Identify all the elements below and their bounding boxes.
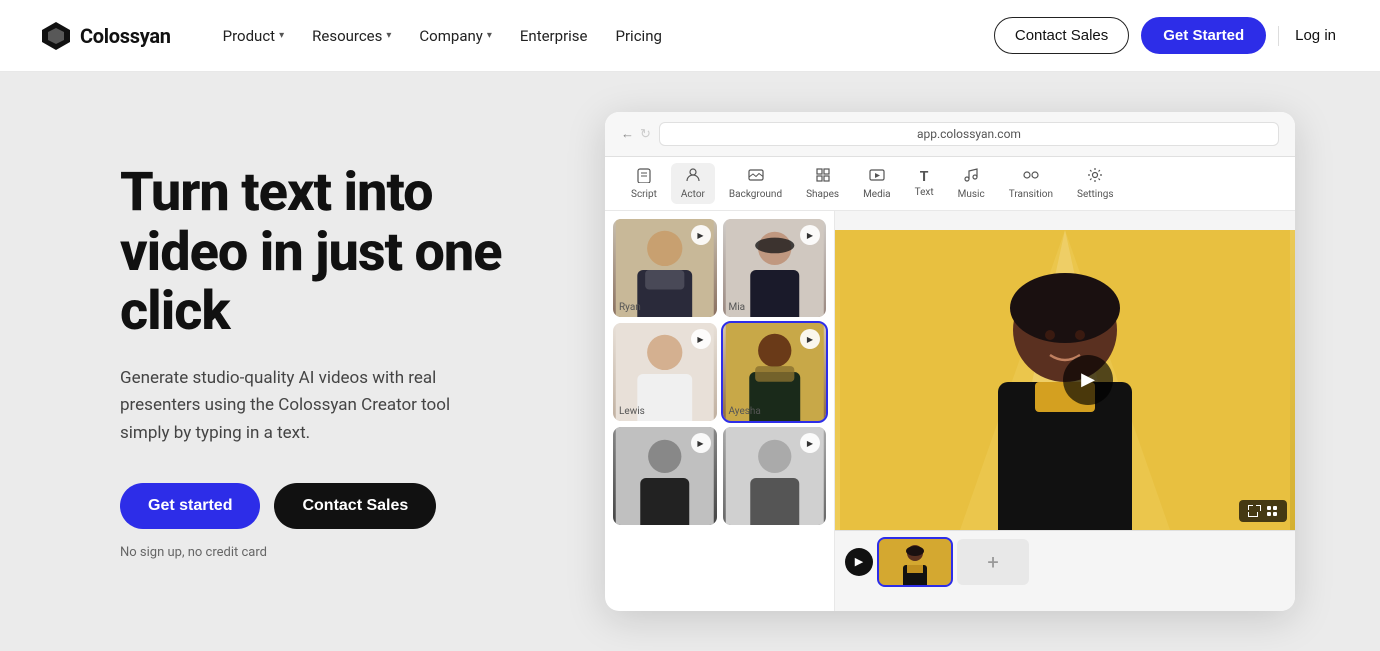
actor-play-mia[interactable]: ▶ [800,225,820,245]
toolbar-shapes[interactable]: Shapes [796,163,849,204]
toolbar-actor[interactable]: Actor [671,163,715,204]
nav-links: Product ▾ Resources ▾ Company ▾ Enterpri… [211,19,994,53]
actor-play-6[interactable]: ▶ [800,433,820,453]
actor-play-ryan[interactable]: ▶ [691,225,711,245]
settings-icon [1087,167,1103,187]
background-icon [748,167,764,187]
toolbar-transition[interactable]: Transition [999,163,1063,204]
toolbar-script[interactable]: Script [621,163,667,204]
nav-actions: Contact Sales Get Started Log in [994,17,1340,54]
actor-card-6[interactable]: ▶ [723,427,827,525]
actor-name-lewis: Lewis [619,406,645,417]
hero-title: Turn text into video in just one click [120,163,560,341]
hero-subtitle: Generate studio-quality AI videos with r… [120,365,500,447]
fullscreen-button[interactable] [1239,500,1287,522]
toolbar-music[interactable]: Music [948,163,995,204]
shapes-icon [815,167,831,187]
nav-item-pricing[interactable]: Pricing [604,19,674,53]
toolbar-shapes-label: Shapes [806,189,839,200]
hero-text: Turn text into video in just one click G… [120,163,600,560]
chevron-down-icon: ▾ [386,30,391,41]
browser-url-bar[interactable]: app.colossyan.com [659,122,1279,146]
toolbar-background[interactable]: Background [719,163,792,204]
navbar: Colossyan Product ▾ Resources ▾ Company … [0,0,1380,72]
get-started-hero-button[interactable]: Get started [120,483,260,529]
contact-sales-hero-button[interactable]: Contact Sales [274,483,436,529]
timeline-thumb-1[interactable] [879,539,951,585]
actor-name-mia: Mia [729,302,746,313]
actor-icon [685,167,701,187]
actor-card-ryan[interactable]: ▶ Ryan [613,219,717,317]
actor-name-ayesha: Ayesha [729,406,761,417]
timeline-add-button[interactable]: + [957,539,1029,585]
video-background: ▶ [835,230,1295,530]
back-icon[interactable]: ← [621,126,634,142]
login-button[interactable]: Log in [1291,19,1340,52]
get-started-nav-button[interactable]: Get Started [1141,17,1266,54]
logo-icon [40,20,72,52]
toolbar-transition-label: Transition [1009,189,1053,200]
contact-sales-button[interactable]: Contact Sales [994,17,1129,54]
timeline-strip: ▶ + [835,530,1295,593]
app-content: ▶ Ryan ▶ Mia [605,211,1295,611]
toolbar-text-label: Text [915,187,934,198]
actor-card-lewis[interactable]: ▶ Lewis [613,323,717,421]
music-icon [963,167,979,187]
toolbar-settings-label: Settings [1077,189,1114,200]
chevron-down-icon: ▾ [487,30,492,41]
nav-item-enterprise[interactable]: Enterprise [508,19,600,53]
video-play-button[interactable]: ▶ [1063,355,1113,405]
toolbar-media-label: Media [863,189,891,200]
video-main-area: ▶ [835,230,1295,530]
browser-bar: ← ↻ app.colossyan.com [605,112,1295,157]
actor-card-mia[interactable]: ▶ Mia [723,219,827,317]
toolbar-script-label: Script [631,189,657,200]
actor-play-5[interactable]: ▶ [691,433,711,453]
toolbar-background-label: Background [729,189,782,200]
browser-nav-buttons: ← ↻ [621,126,651,142]
actor-card-5[interactable]: ▶ [613,427,717,525]
nav-item-company[interactable]: Company ▾ [407,19,503,53]
chevron-down-icon: ▾ [279,30,284,41]
toolbar-media[interactable]: Media [853,163,901,204]
hero-buttons: Get started Contact Sales [120,483,560,529]
nav-item-resources[interactable]: Resources ▾ [300,19,403,53]
toolbar-settings[interactable]: Settings [1067,163,1124,204]
hero-demo: ← ↻ app.colossyan.com Script Actor [600,112,1300,611]
nav-item-product[interactable]: Product ▾ [211,19,296,53]
nav-divider [1278,26,1279,46]
video-preview: ▶ ▶ [835,211,1295,611]
forward-icon[interactable]: ↻ [640,127,651,142]
timeline-play-button[interactable]: ▶ [845,548,873,576]
toolbar-actor-label: Actor [681,189,705,200]
actor-name-ryan: Ryan [619,302,641,313]
text-icon: T [920,169,929,185]
no-signup-text: No sign up, no credit card [120,545,267,560]
app-toolbar: Script Actor Background [605,157,1295,211]
browser-mockup: ← ↻ app.colossyan.com Script Actor [605,112,1295,611]
toolbar-music-label: Music [958,189,985,200]
script-icon [636,167,652,187]
actor-play-ayesha[interactable]: ▶ [800,329,820,349]
actor-panel: ▶ Ryan ▶ Mia [605,211,835,611]
actor-card-ayesha[interactable]: ▶ Ayesha [723,323,827,421]
logo[interactable]: Colossyan [40,20,171,52]
hero-section: Turn text into video in just one click G… [0,72,1380,651]
actor-play-lewis[interactable]: ▶ [691,329,711,349]
logo-text: Colossyan [80,24,171,48]
toolbar-text[interactable]: T Text [905,165,944,202]
transition-icon [1023,167,1039,187]
media-icon [869,167,885,187]
